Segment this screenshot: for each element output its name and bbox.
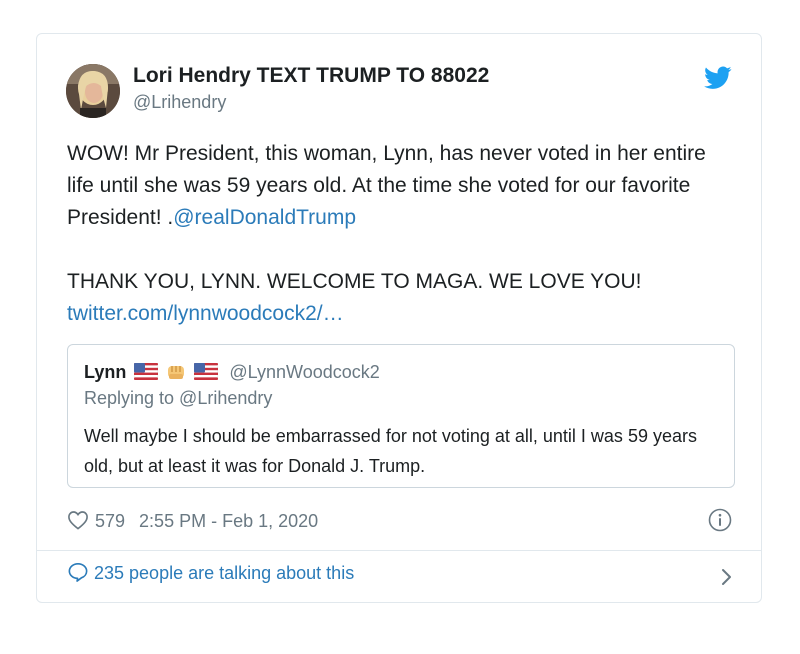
quoted-tweet[interactable]: Lynn @LynnWoodcock2 Replying to @Lrihend… [67, 344, 735, 488]
quoted-replying-to: Replying to @Lrihendry [84, 388, 273, 408]
tweet-text: WOW! Mr President, this woman, Lynn, has… [67, 138, 737, 330]
conversation-link[interactable]: 235 people are talking about this [67, 562, 733, 592]
like-count[interactable]: 579 [95, 511, 125, 531]
fist-icon [168, 366, 185, 379]
tweet-text-shout: THANK YOU, LYNN. WELCOME TO MAGA. WE LOV… [67, 270, 642, 293]
conversation-label: 235 people are talking about this [94, 563, 355, 583]
tweet-url-link[interactable]: twitter.com/lynnwoodcock2/… [67, 302, 344, 325]
tweet-meta: 579 2:55 PM - Feb 1, 2020 [67, 510, 318, 534]
author-handle[interactable]: @Lrihendry [133, 92, 226, 113]
quoted-author-name: Lynn [84, 362, 127, 382]
quoted-text: Well maybe I should be embarrassed for n… [84, 426, 697, 476]
heart-icon[interactable] [67, 510, 89, 530]
twitter-bird-icon[interactable] [704, 66, 732, 90]
quoted-header: Lynn @LynnWoodcock2 [84, 362, 380, 383]
info-icon[interactable] [708, 508, 732, 532]
tweet-text-body: WOW! Mr President, this woman, Lynn, has… [67, 142, 706, 229]
us-flag-icon [194, 363, 219, 380]
quoted-author-handle: @LynnWoodcock2 [229, 362, 380, 382]
author-name[interactable]: Lori Hendry TEXT TRUMP TO 88022 [133, 64, 489, 88]
speech-bubble-icon [68, 563, 88, 582]
divider [37, 550, 761, 551]
avatar[interactable] [66, 64, 120, 118]
us-flag-icon [134, 363, 159, 380]
timestamp-link[interactable]: 2:55 PM - Feb 1, 2020 [139, 511, 318, 531]
chevron-right-icon [722, 569, 731, 585]
mention-link[interactable]: @realDonaldTrump [173, 206, 356, 229]
tweet-card: Lori Hendry TEXT TRUMP TO 88022 @Lrihend… [36, 33, 762, 603]
